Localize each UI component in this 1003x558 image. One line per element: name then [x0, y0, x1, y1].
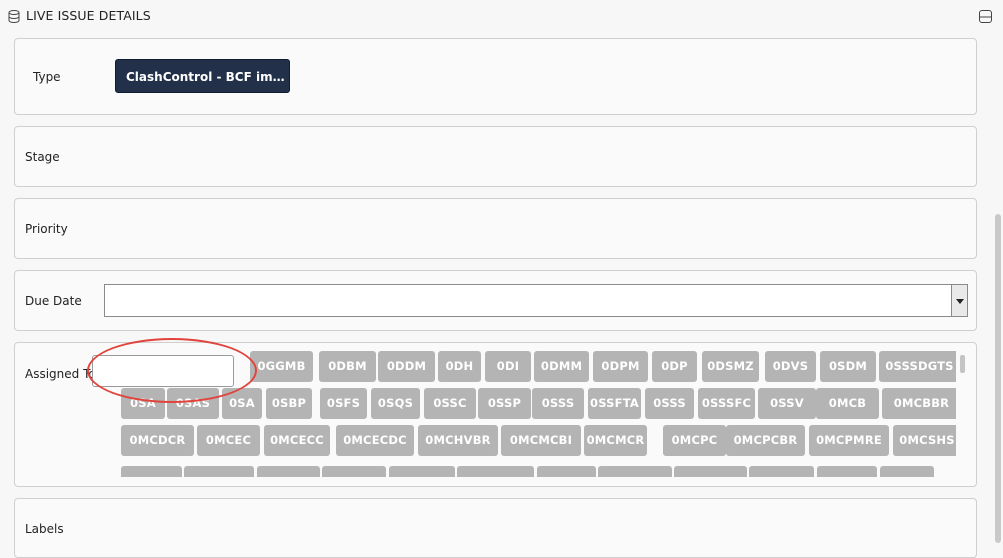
due-date-field-card: Due Date — [14, 270, 977, 331]
assignee-tag[interactable]: 0SSSDGTS — [879, 351, 956, 382]
assignee-tag[interactable] — [389, 466, 455, 477]
assignee-search-input[interactable] — [92, 355, 234, 387]
assignee-tag[interactable] — [121, 466, 182, 477]
assignee-tag[interactable]: 0SA — [121, 388, 165, 419]
assignee-tag[interactable]: 0GGMB — [250, 351, 313, 382]
assignee-tag[interactable]: 0DPM — [593, 351, 648, 382]
assignee-tag[interactable] — [537, 466, 596, 477]
assignee-tag[interactable]: 0SDM — [820, 351, 876, 382]
assignee-tag[interactable]: 0SAS — [167, 388, 219, 419]
scrollbar-thumb[interactable] — [960, 355, 965, 373]
type-select-button[interactable]: ClashControl - BCF imp... — [115, 59, 290, 93]
assignee-tag[interactable]: 0DVS — [765, 351, 816, 382]
due-date-label: Due Date — [25, 294, 82, 308]
assignee-tag[interactable]: 0MCECC — [264, 425, 330, 456]
labels-label: Labels — [25, 522, 64, 536]
priority-field-card[interactable]: Priority — [14, 198, 977, 259]
type-field-card: Type ClashControl - BCF imp... — [14, 38, 977, 115]
assignee-tag[interactable] — [880, 466, 934, 477]
assignee-tag[interactable]: 0MCEC — [197, 425, 260, 456]
type-label: Type — [33, 70, 61, 84]
assignee-tag[interactable]: 0MCECDC — [336, 425, 414, 456]
assignee-tag[interactable] — [457, 466, 534, 477]
assignee-tag[interactable]: 0SSS — [532, 388, 584, 419]
chevron-down-icon — [956, 299, 964, 304]
assignee-tag[interactable]: 0SSC — [424, 388, 476, 419]
panel-icon[interactable] — [979, 10, 992, 23]
assignee-tag[interactable]: 0MCB — [816, 388, 879, 419]
page-scrollbar-thumb[interactable] — [995, 214, 1001, 543]
assignee-tag[interactable]: 0DDM — [378, 351, 435, 382]
due-date-input[interactable] — [104, 284, 952, 317]
assignee-tag[interactable]: 0MCMCR — [584, 425, 647, 456]
assignee-tag[interactable]: 0DSMZ — [702, 351, 759, 382]
labels-field-card[interactable]: Labels — [14, 498, 977, 558]
page-scrollbar[interactable] — [993, 0, 1003, 543]
assignee-tag[interactable]: 0MCDCR — [121, 425, 194, 456]
assignee-tag[interactable]: 0MCPMRE — [809, 425, 889, 456]
assignee-tag[interactable] — [257, 466, 320, 477]
assignee-tag[interactable]: 0SQS — [371, 388, 420, 419]
assignee-tag[interactable]: 0MCBBR — [882, 388, 956, 419]
assignee-list-scrollbar[interactable] — [958, 353, 966, 477]
due-date-dropdown-button[interactable] — [952, 284, 968, 317]
assignee-tag[interactable]: 0SSS — [645, 388, 694, 419]
assignee-tag[interactable] — [674, 466, 747, 477]
assignee-tag[interactable]: 0MCPC — [663, 425, 726, 456]
assignee-tag[interactable]: 0SFS — [320, 388, 367, 419]
stage-field-card[interactable]: Stage — [14, 126, 977, 187]
assignee-tag[interactable]: 0MCSHS — [893, 425, 956, 456]
assignee-tag[interactable]: 0SSV — [758, 388, 816, 419]
assignee-tag[interactable]: 0DMM — [534, 351, 589, 382]
assignee-tag[interactable]: 0DH — [438, 351, 481, 382]
priority-label: Priority — [25, 222, 68, 236]
assignee-tag[interactable]: 0SA — [222, 388, 262, 419]
assignee-tag[interactable]: 0DBM — [319, 351, 376, 382]
assigned-to-label: Assigned To — [25, 367, 96, 381]
assignee-tag[interactable] — [184, 466, 254, 477]
stage-label: Stage — [25, 150, 60, 164]
assignee-tag[interactable] — [322, 466, 386, 477]
assignee-tag[interactable]: 0MCHVBR — [418, 425, 498, 456]
assignee-tag[interactable]: 0MCPCBR — [726, 425, 805, 456]
assignee-tag[interactable]: 0MCMCBI — [501, 425, 581, 456]
assignee-tag[interactable] — [598, 466, 672, 477]
assignee-tag[interactable]: 0SSSFC — [698, 388, 755, 419]
section-header: LIVE ISSUE DETAILS — [0, 0, 1003, 32]
assignee-tag[interactable]: 0SSP — [478, 388, 531, 419]
assignee-tag[interactable] — [749, 466, 814, 477]
database-icon — [8, 10, 20, 23]
section-title: LIVE ISSUE DETAILS — [26, 8, 151, 23]
assignee-tag[interactable] — [817, 466, 877, 477]
assignee-tag[interactable]: 0DP — [652, 351, 697, 382]
assignee-tag[interactable]: 0SBP — [266, 388, 312, 419]
assignee-tag[interactable]: 0DI — [485, 351, 531, 382]
assignee-tag[interactable]: 0SSFTA — [588, 388, 641, 419]
